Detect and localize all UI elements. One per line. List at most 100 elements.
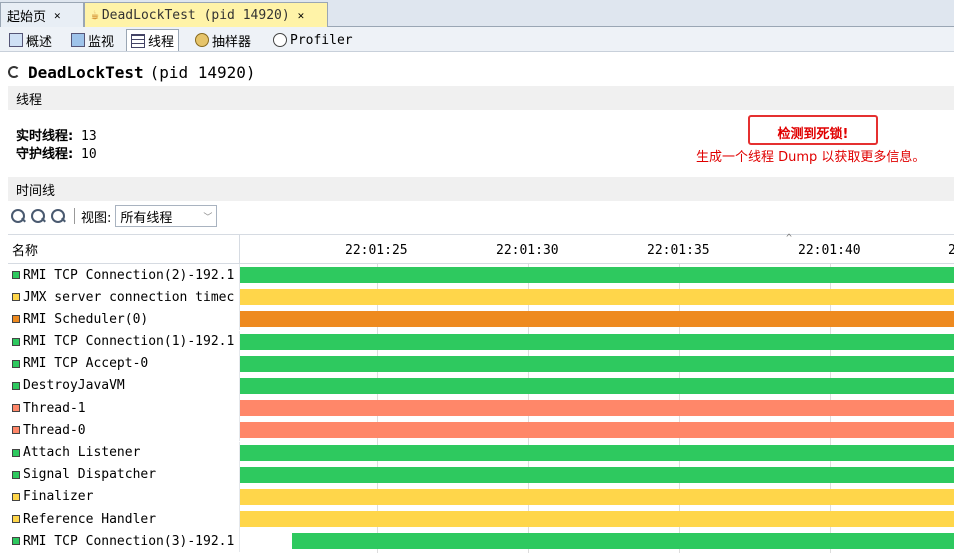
thread-name-cell: Thread-0 bbox=[8, 419, 240, 442]
daemon-threads-value: 10 bbox=[81, 147, 97, 162]
time-tick-label: 2 bbox=[948, 243, 954, 258]
thread-name-cell: Finalizer bbox=[8, 485, 240, 508]
thread-name: Finalizer bbox=[23, 489, 94, 505]
thread-state-icon bbox=[12, 293, 20, 302]
thread-row[interactable]: RMI TCP Connection(3)-192.1 bbox=[8, 530, 954, 553]
section-title: 时间线 bbox=[16, 183, 56, 199]
time-tick-label: 22:01:25 bbox=[345, 243, 408, 258]
toolbar-divider bbox=[74, 208, 75, 224]
thread-name: Thread-0 bbox=[23, 422, 86, 438]
tab-label: DeadLockTest (pid 14920) bbox=[101, 7, 290, 23]
thread-row[interactable]: Thread-1 bbox=[8, 397, 954, 420]
thread-name-cell: RMI Scheduler(0) bbox=[8, 308, 240, 331]
thread-row[interactable]: JMX server connection timec bbox=[8, 286, 954, 309]
threads-section-header: 线程 bbox=[8, 86, 954, 110]
time-tick-label: 22:01:35 bbox=[647, 243, 710, 258]
thread-name: Thread-1 bbox=[23, 400, 86, 416]
thread-row[interactable]: RMI TCP Accept-0 bbox=[8, 352, 954, 375]
document-tab-bar: 起始页 ✕ ☕ DeadLockTest (pid 14920) ✕ bbox=[0, 0, 954, 27]
thread-name-cell: Thread-1 bbox=[8, 397, 240, 420]
thread-name: RMI TCP Accept-0 bbox=[23, 356, 149, 372]
zoom-out-icon[interactable] bbox=[30, 208, 46, 224]
tab-label: 监视 bbox=[88, 34, 115, 50]
tab-threads[interactable]: 线程 bbox=[126, 29, 180, 51]
column-header-name[interactable]: 名称 bbox=[8, 235, 240, 263]
thread-name-cell: JMX server connection timec bbox=[8, 286, 240, 309]
tab-sampler[interactable]: 抽样器 bbox=[190, 29, 256, 51]
view-tab-bar: 概述 监视 线程 抽样器 Profiler bbox=[0, 27, 954, 52]
tab-start-page[interactable]: 起始页 ✕ bbox=[0, 2, 84, 27]
overview-icon bbox=[9, 33, 23, 47]
thread-name-cell: Attach Listener bbox=[8, 441, 240, 464]
deadlock-hint-link[interactable]: 生成一个线程 Dump 以获取更多信息。 bbox=[696, 146, 925, 165]
thread-name: RMI TCP Connection(3)-192.1 bbox=[23, 533, 235, 549]
thread-name-cell: RMI TCP Connection(3)-192.1 bbox=[8, 530, 240, 553]
zoom-in-icon[interactable] bbox=[10, 208, 26, 224]
thread-row[interactable]: DestroyJavaVM bbox=[8, 374, 954, 397]
thread-stats: 实时线程: 13 守护线程: 10 bbox=[16, 128, 97, 164]
thread-row[interactable]: Attach Listener bbox=[8, 441, 954, 464]
thread-state-icon bbox=[12, 492, 20, 501]
thread-name-cell: RMI TCP Connection(2)-192.1 bbox=[8, 264, 240, 286]
thread-state-bar bbox=[240, 444, 954, 461]
view-select-value: 所有线程 bbox=[120, 210, 173, 226]
thread-state-bar bbox=[240, 267, 954, 283]
process-id: (pid 14920) bbox=[149, 62, 256, 82]
time-tick-label: 22:01:30 bbox=[496, 243, 559, 258]
thread-name: Signal Dispatcher bbox=[23, 467, 157, 483]
thread-row[interactable]: Signal Dispatcher bbox=[8, 463, 954, 486]
monitor-icon bbox=[71, 33, 85, 47]
thread-state-bar bbox=[240, 422, 954, 439]
thread-row[interactable]: RMI Scheduler(0) bbox=[8, 308, 954, 331]
thread-state-bar bbox=[240, 377, 954, 394]
thread-name-cell: Reference Handler bbox=[8, 508, 240, 531]
threads-icon bbox=[131, 33, 145, 48]
timeline-table-header: 名称 ^ 22:01:25 22:01:30 22:01:35 22:01:40… bbox=[8, 233, 954, 264]
close-icon[interactable]: ✕ bbox=[298, 9, 305, 22]
daemon-threads-label: 守护线程: bbox=[16, 147, 74, 162]
thread-name: RMI TCP Connection(2)-192.1 bbox=[23, 267, 235, 283]
tab-label: Profiler bbox=[290, 32, 353, 48]
view-label: 视图: bbox=[81, 210, 112, 226]
thread-name: DestroyJavaVM bbox=[23, 378, 125, 394]
thread-state-bar bbox=[240, 488, 954, 505]
thread-name-cell: DestroyJavaVM bbox=[8, 374, 240, 397]
close-icon[interactable]: ✕ bbox=[54, 9, 61, 22]
thread-state-icon bbox=[12, 359, 20, 368]
thread-row[interactable]: Finalizer bbox=[8, 485, 954, 508]
live-threads-stat: 实时线程: 13 bbox=[16, 128, 97, 146]
tab-deadlocktest[interactable]: ☕ DeadLockTest (pid 14920) ✕ bbox=[84, 2, 328, 27]
zoom-fit-icon[interactable] bbox=[50, 208, 66, 224]
thread-state-icon bbox=[12, 448, 20, 457]
tab-overview[interactable]: 概述 bbox=[4, 29, 57, 51]
thread-state-bar bbox=[292, 533, 954, 550]
thread-state-icon bbox=[12, 426, 20, 435]
timeline-section-header: 时间线 bbox=[8, 177, 954, 201]
view-select[interactable]: 所有线程 ﹀ bbox=[115, 205, 218, 227]
thread-row[interactable]: RMI TCP Connection(2)-192.1 bbox=[8, 264, 954, 286]
page-title: DeadLockTest (pid 14920) bbox=[8, 62, 256, 82]
thread-state-bar bbox=[240, 400, 954, 417]
deadlock-title: 检测到死锁! bbox=[777, 127, 849, 142]
tab-label: 线程 bbox=[148, 35, 175, 50]
thread-name: RMI Scheduler(0) bbox=[23, 311, 149, 327]
thread-name: JMX server connection timec bbox=[23, 289, 235, 305]
thread-name-cell: RMI TCP Connection(1)-192.1 bbox=[8, 330, 240, 353]
time-tick-label: 22:01:40 bbox=[798, 243, 861, 258]
thread-state-bar bbox=[240, 289, 954, 306]
profiler-icon bbox=[273, 33, 287, 47]
thread-row[interactable]: Thread-0 bbox=[8, 419, 954, 442]
caret-up-icon: ^ bbox=[786, 233, 793, 244]
thread-state-bar bbox=[240, 333, 954, 350]
tab-monitor[interactable]: 监视 bbox=[66, 29, 119, 51]
thread-name: Reference Handler bbox=[23, 511, 157, 527]
thread-name: RMI TCP Connection(1)-192.1 bbox=[23, 334, 235, 350]
thread-row[interactable]: Reference Handler bbox=[8, 508, 954, 531]
thread-state-icon bbox=[12, 315, 20, 324]
thread-name: Attach Listener bbox=[23, 445, 141, 460]
thread-state-icon bbox=[12, 271, 20, 279]
thread-name-cell: Signal Dispatcher bbox=[8, 463, 240, 486]
tab-profiler[interactable]: Profiler bbox=[268, 29, 358, 51]
thread-state-bar bbox=[240, 511, 954, 528]
thread-row[interactable]: RMI TCP Connection(1)-192.1 bbox=[8, 330, 954, 353]
